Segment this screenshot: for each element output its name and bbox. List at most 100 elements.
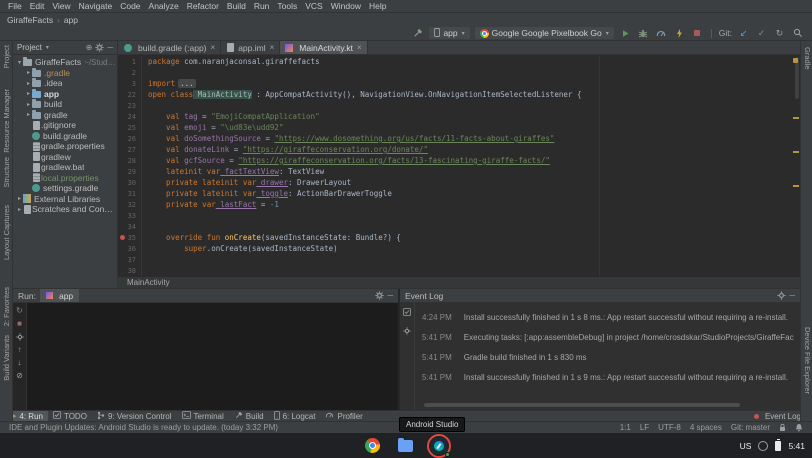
warning-stripe-mark[interactable]	[793, 117, 799, 119]
rerun-icon[interactable]: ↻	[16, 306, 23, 316]
code-line-31[interactable]: 31 private lateinit var toggle: ActionBa…	[118, 188, 800, 199]
editor-tab-build-gradle-app[interactable]: build.gradle (:app)×	[119, 41, 221, 54]
tree-item-giraffefacts[interactable]: ▾GiraffeFacts~/StudioProjects/GiraffeFac…	[13, 57, 117, 68]
notification-icon[interactable]	[758, 441, 768, 451]
toolwindow-button-9-version-control[interactable]: 9: Version Control	[92, 411, 177, 421]
hide-panel-icon[interactable]: ─	[107, 44, 113, 52]
line-number[interactable]: 2	[118, 67, 142, 78]
close-icon[interactable]: ×	[211, 43, 216, 52]
tree-item-build[interactable]: ▸build	[13, 99, 117, 110]
status-utf-8[interactable]: UTF-8	[658, 423, 681, 432]
line-number[interactable]: 33	[118, 210, 142, 221]
tree-chevron-icon[interactable]: ▸	[16, 195, 23, 202]
toolwindow-button-project[interactable]: Project	[2, 45, 11, 68]
lock-icon[interactable]	[779, 423, 786, 432]
locate-file-icon[interactable]: ⊕	[86, 44, 93, 52]
apply-changes-button[interactable]	[673, 27, 686, 40]
toolwindow-button-terminal[interactable]: Terminal	[177, 411, 229, 421]
menu-tools[interactable]: Tools	[273, 1, 301, 11]
event-log-entry[interactable]: 5:41 PMInstall successfully finished in …	[422, 373, 794, 382]
line-number[interactable]: 24	[118, 111, 142, 122]
menu-refactor[interactable]: Refactor	[183, 1, 223, 11]
code-line-25[interactable]: 25 val emoji = "\ud83e\udd92"	[118, 122, 800, 133]
project-view-selector[interactable]: Project	[17, 43, 42, 52]
toolwindow-button-6-logcat[interactable]: 6: Logcat	[269, 411, 321, 421]
toolwindow-button-device-file-explorer[interactable]: Device File Explorer	[803, 327, 812, 394]
clear-console-icon[interactable]: ⊘	[16, 371, 23, 381]
code-line-32[interactable]: 32 private var lastFact = -1	[118, 199, 800, 210]
tree-item-gradle-properties[interactable]: gradle.properties	[13, 141, 117, 152]
code-line-30[interactable]: 30 private lateinit var drawer: DrawerLa…	[118, 177, 800, 188]
menu-code[interactable]: Code	[116, 1, 144, 11]
debug-button[interactable]	[637, 27, 650, 40]
code-line-35[interactable]: 35 override fun onCreate(savedInstanceSt…	[118, 232, 800, 243]
tree-item-local-properties[interactable]: local.properties	[13, 173, 117, 184]
toolwindow-button-gradle[interactable]: Gradle	[803, 47, 812, 70]
status-message[interactable]: IDE and Plugin Updates: Android Studio i…	[9, 423, 278, 432]
scroll-up-icon[interactable]: ↑	[18, 345, 22, 355]
status-tray[interactable]: US 5:41	[740, 441, 805, 451]
run-settings-icon[interactable]	[16, 332, 24, 342]
code-line-29[interactable]: 29 lateinit var factTextView: TextView	[118, 166, 800, 177]
menu-help[interactable]: Help	[365, 1, 390, 11]
line-number[interactable]: 23	[118, 100, 142, 111]
code-line-28[interactable]: 28 val gcfSource = "https://giraffeconse…	[118, 155, 800, 166]
line-number[interactable]: 29	[118, 166, 142, 177]
toolwindow-button-layout-captures[interactable]: Layout Captures	[2, 205, 11, 260]
line-number[interactable]: 26	[118, 133, 142, 144]
menu-vcs[interactable]: VCS	[301, 1, 326, 11]
line-number[interactable]: 27	[118, 144, 142, 155]
line-number[interactable]: 35	[118, 232, 142, 243]
code-line-3[interactable]: 3import...	[118, 78, 800, 89]
line-number[interactable]: 3	[118, 78, 142, 89]
toolwindow-button-resource-manager[interactable]: Resource Manager	[2, 89, 11, 153]
tree-chevron-icon[interactable]: ▸	[25, 111, 32, 118]
stop-icon[interactable]: ■	[17, 319, 22, 329]
search-everywhere-icon[interactable]	[791, 27, 804, 40]
menu-run[interactable]: Run	[250, 1, 274, 11]
menu-window[interactable]: Window	[327, 1, 365, 11]
tree-chevron-icon[interactable]: ▸	[25, 80, 32, 87]
line-number[interactable]: 37	[118, 254, 142, 265]
tree-chevron-icon[interactable]: ▸	[25, 90, 32, 97]
status-1-1[interactable]: 1:1	[620, 423, 631, 432]
line-number[interactable]: 38	[118, 265, 142, 276]
mark-all-read-icon[interactable]	[403, 308, 411, 318]
run-tab-app[interactable]: app	[40, 289, 79, 302]
editor-tab-app-iml[interactable]: app.iml×	[221, 41, 280, 54]
status-4-spaces[interactable]: 4 spaces	[690, 423, 722, 432]
code-line-27[interactable]: 27 val donateLink = "https://giraffecons…	[118, 144, 800, 155]
close-icon[interactable]: ×	[270, 43, 275, 52]
line-number[interactable]: 1	[118, 56, 142, 67]
notifications-bell-icon[interactable]	[795, 423, 803, 432]
scroll-down-icon[interactable]: ↓	[18, 358, 22, 368]
line-number[interactable]: 32	[118, 199, 142, 210]
profiler-button[interactable]	[655, 27, 668, 40]
code-line-34[interactable]: 34	[118, 221, 800, 232]
menu-analyze[interactable]: Analyze	[145, 1, 183, 11]
line-number[interactable]: 28	[118, 155, 142, 166]
override-marker-icon[interactable]	[120, 235, 125, 240]
files-app-icon[interactable]	[398, 440, 413, 452]
tree-chevron-icon[interactable]: ▾	[16, 59, 23, 66]
chrome-app-icon[interactable]	[365, 438, 380, 453]
tree-item-gitignore[interactable]: .gitignore	[13, 120, 117, 131]
toolwindow-button-2-favorites[interactable]: 2: Favorites	[2, 287, 11, 326]
tree-item-gradlew[interactable]: gradlew	[13, 152, 117, 163]
stop-button[interactable]	[691, 27, 704, 40]
tree-item-gradle[interactable]: ▸gradle	[13, 110, 117, 121]
run-configuration-select[interactable]: app ▾	[429, 27, 469, 39]
menu-build[interactable]: Build	[223, 1, 250, 11]
code-line-23[interactable]: 23	[118, 100, 800, 111]
editor-scrollbar[interactable]	[795, 57, 799, 99]
keyboard-layout-badge[interactable]: US	[740, 441, 752, 451]
inspection-status-icon[interactable]	[793, 58, 798, 63]
menu-view[interactable]: View	[48, 1, 74, 11]
code-line-36[interactable]: 36 super.onCreate(savedInstanceState)	[118, 243, 800, 254]
code-line-26[interactable]: 26 val doSomethingSource = "https://www.…	[118, 133, 800, 144]
build-hammer-icon[interactable]	[411, 27, 424, 40]
code-line-24[interactable]: 24 val tag = "EmojiCompatApplication"	[118, 111, 800, 122]
menu-edit[interactable]: Edit	[26, 1, 49, 11]
line-number[interactable]: 36	[118, 243, 142, 254]
run-button[interactable]	[619, 27, 632, 40]
